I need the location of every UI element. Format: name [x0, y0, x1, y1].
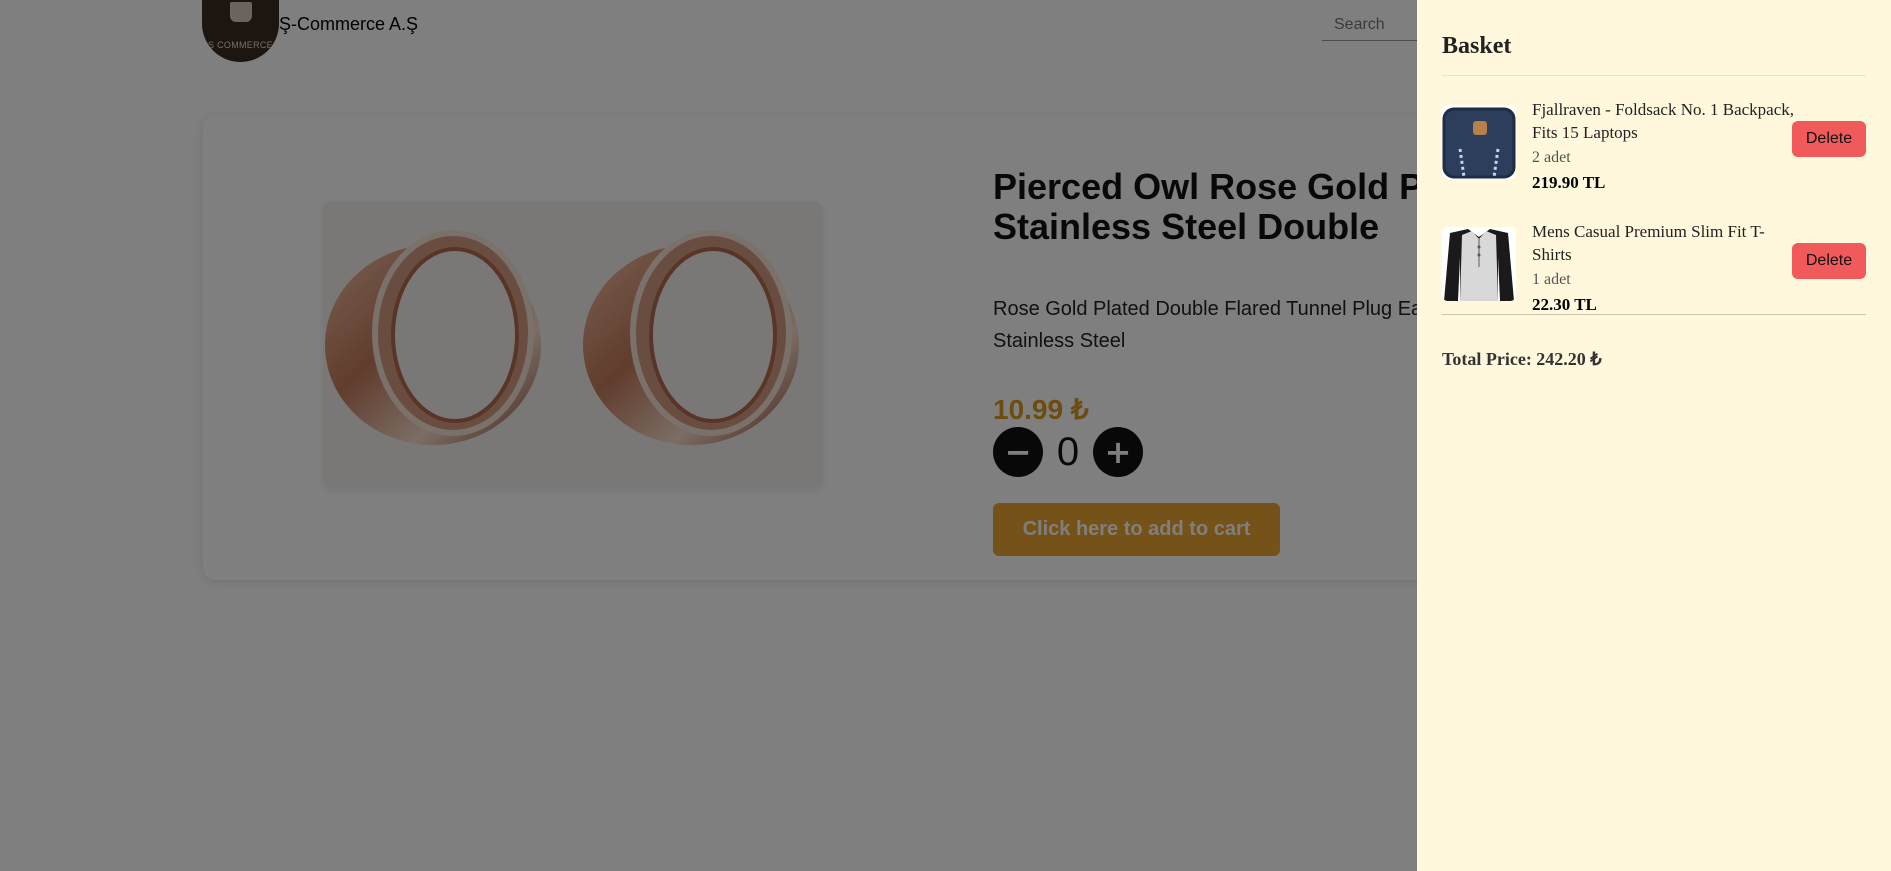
- basket-title: Basket: [1442, 33, 1512, 59]
- basket-item-info: Mens Casual Premium Slim Fit T-Shirts 1 …: [1532, 220, 1797, 315]
- basket-item-price: 22.30 TL: [1532, 295, 1597, 314]
- basket-drawer: Basket Fjallraven - Foldsack No. 1 Backp…: [1417, 0, 1891, 871]
- basket-list: Fjallraven - Foldsack No. 1 Backpack, Fi…: [1442, 98, 1866, 342]
- basket-item-price: 219.90 TL: [1532, 173, 1606, 192]
- tshirt-thumbnail-icon: [1442, 227, 1516, 301]
- basket-total-price: Total Price: 242.20 ₺: [1442, 349, 1602, 369]
- basket-item: Fjallraven - Foldsack No. 1 Backpack, Fi…: [1442, 98, 1866, 220]
- basket-item-info: Fjallraven - Foldsack No. 1 Backpack, Fi…: [1532, 98, 1797, 193]
- basket-item-quantity: 2 adet: [1532, 149, 1571, 166]
- basket-item-name: Fjallraven - Foldsack No. 1 Backpack, Fi…: [1532, 100, 1795, 142]
- basket-item-quantity: 1 adet: [1532, 271, 1571, 288]
- delete-item-button[interactable]: Delete: [1792, 243, 1866, 279]
- delete-item-button[interactable]: Delete: [1792, 121, 1866, 157]
- backpack-thumbnail-icon: [1442, 105, 1516, 179]
- product-page: Ş COMMERCE Ş-Commerce A.Ş: [0, 0, 1891, 871]
- basket-item: Mens Casual Premium Slim Fit T-Shirts 1 …: [1442, 220, 1866, 342]
- basket-item-name: Mens Casual Premium Slim Fit T-Shirts: [1532, 222, 1765, 264]
- basket-title-divider: [1442, 75, 1866, 76]
